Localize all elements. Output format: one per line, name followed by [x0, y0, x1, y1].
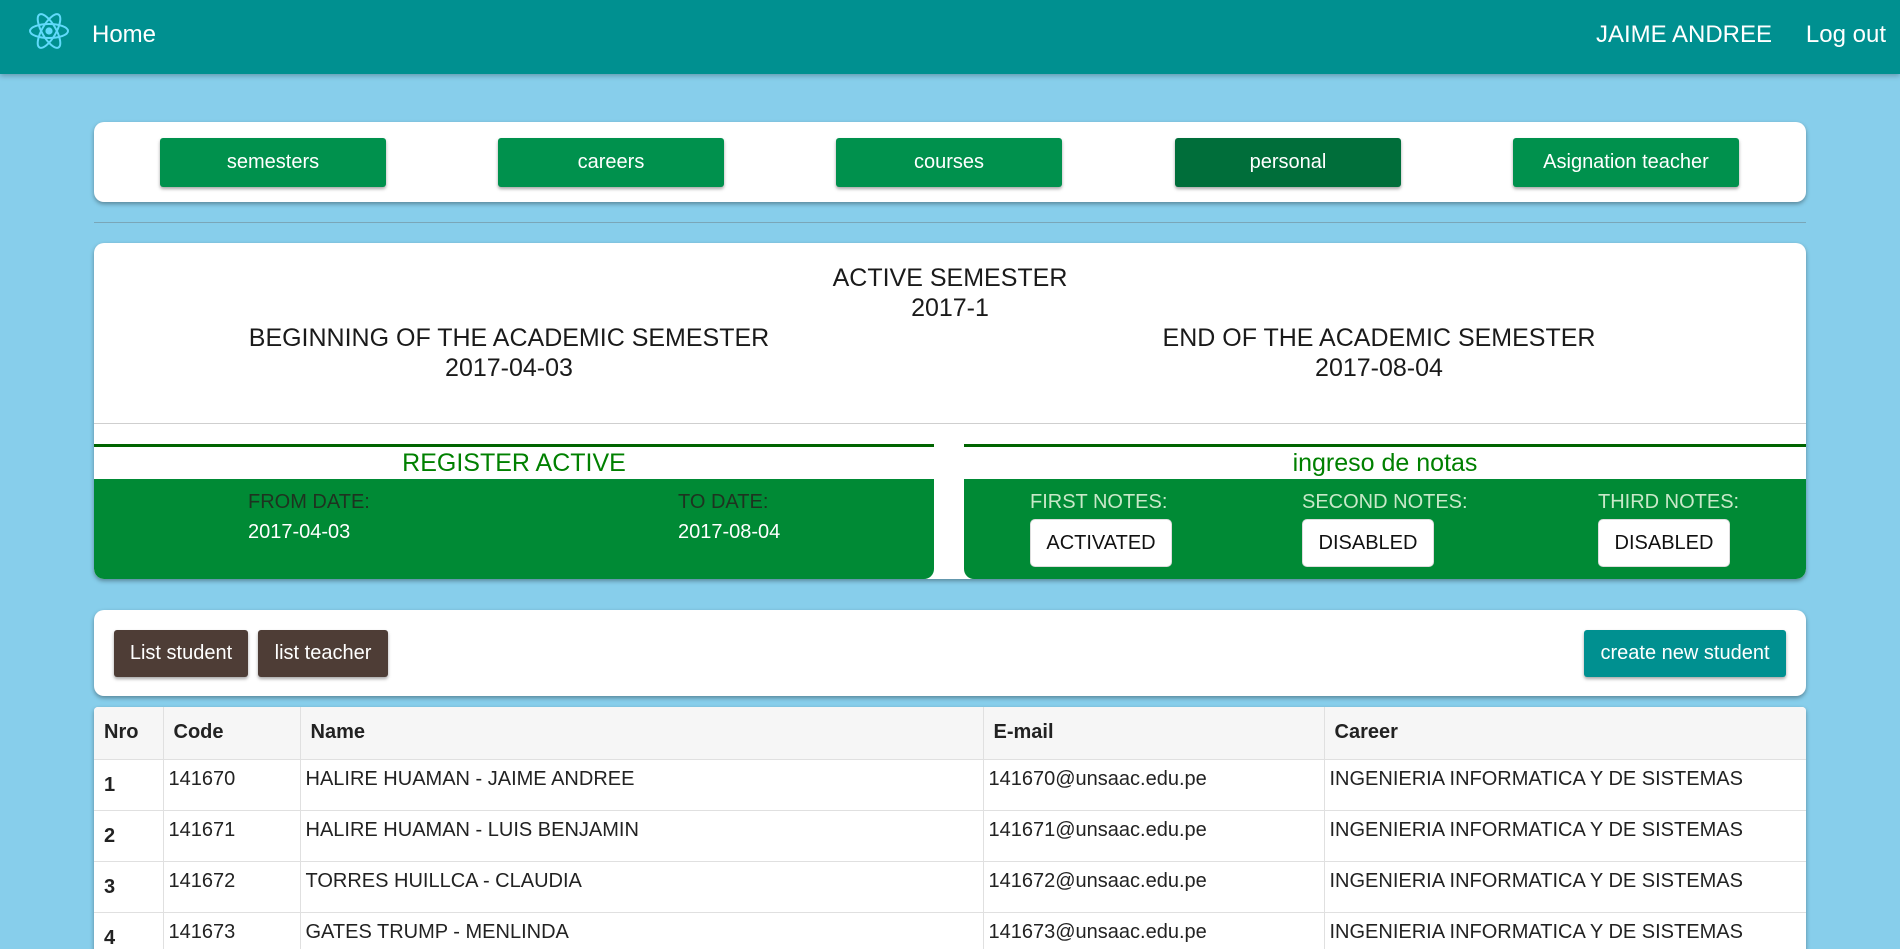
asignation-teacher-button[interactable]: Asignation teacher	[1513, 138, 1739, 187]
row-nro: 2	[94, 809, 164, 861]
courses-button[interactable]: courses	[836, 138, 1062, 187]
column-header-nro: Nro	[94, 707, 164, 759]
row-career: INGENIERIA INFORMATICA Y DE SISTEMAS	[1324, 809, 1806, 861]
table-row[interactable]: 2 141671 HALIRE HUAMAN - LUIS BENJAMIN 1…	[94, 809, 1806, 861]
register-active-title: REGISTER ACTIVE	[402, 449, 626, 477]
to-date-value: 2017-08-04	[678, 521, 781, 543]
second-notes-toggle[interactable]: DISABLED	[1302, 519, 1434, 567]
third-notes-toggle[interactable]: DISABLED	[1598, 519, 1730, 567]
table-row[interactable]: 1 141670 HALIRE HUAMAN - JAIME ANDREE 14…	[94, 758, 1806, 810]
semesters-button[interactable]: semesters	[160, 138, 386, 187]
semester-begin-date: 2017-04-03	[445, 354, 573, 382]
careers-button[interactable]: careers	[498, 138, 724, 187]
row-name: HALIRE HUAMAN - LUIS BENJAMIN	[300, 809, 984, 861]
row-email: 141671@unsaac.edu.pe	[983, 809, 1325, 861]
row-career: INGENIERIA INFORMATICA Y DE SISTEMAS	[1324, 911, 1806, 949]
second-notes-label: SECOND NOTES:	[1302, 491, 1468, 513]
react-atom-icon[interactable]	[28, 12, 70, 50]
personal-button[interactable]: personal	[1175, 138, 1401, 187]
semester-begin-label: BEGINNING OF THE ACADEMIC SEMESTER	[248, 324, 770, 352]
current-user-name: JAIME ANDREE	[1595, 21, 1772, 48]
row-nro: 1	[94, 758, 164, 810]
row-name: HALIRE HUAMAN - JAIME ANDREE	[300, 758, 984, 810]
active-semester-card: ACTIVE SEMESTER 2017-1 BEGINNING OF THE …	[94, 243, 1806, 579]
logout-link[interactable]: Log out	[1806, 21, 1886, 49]
first-notes-label: FIRST NOTES:	[1030, 491, 1168, 513]
table-row[interactable]: 4 141673 GATES TRUMP - MENLINDA 141673@u…	[94, 911, 1806, 949]
row-career: INGENIERIA INFORMATICA Y DE SISTEMAS	[1324, 860, 1806, 912]
row-name: TORRES HUILLCA - CLAUDIA	[300, 860, 984, 912]
row-code: 141672	[163, 860, 301, 912]
to-date-label: TO DATE:	[678, 491, 769, 513]
semester-divider	[94, 423, 1806, 424]
home-link[interactable]: Home	[92, 21, 156, 49]
active-semester-title: ACTIVE SEMESTER	[832, 264, 1068, 292]
from-date-label: FROM DATE:	[248, 491, 370, 513]
column-header-email: E-mail	[983, 707, 1325, 759]
row-email: 141670@unsaac.edu.pe	[983, 758, 1325, 810]
third-notes-label: THIRD NOTES:	[1598, 491, 1740, 513]
semester-end-label: END OF THE ACADEMIC SEMESTER	[1162, 324, 1596, 352]
column-header-career: Career	[1324, 707, 1806, 759]
row-code: 141671	[163, 809, 301, 861]
list-student-button[interactable]: List student	[114, 630, 248, 677]
students-table: Nro Code Name E-mail Career 1 141670 HAL…	[94, 707, 1806, 949]
row-name: GATES TRUMP - MENLINDA	[300, 911, 984, 949]
list-teacher-button[interactable]: list teacher	[258, 630, 388, 677]
semester-end-date: 2017-08-04	[1315, 354, 1443, 382]
table-header-row: Nro Code Name E-mail Career	[94, 707, 1806, 759]
first-notes-toggle[interactable]: ACTIVATED	[1030, 519, 1172, 567]
column-header-code: Code	[163, 707, 301, 759]
section-nav-card: semesters careers courses personal Asign…	[94, 122, 1806, 202]
notes-entry-title: ingreso de notas	[1292, 449, 1478, 477]
section-divider	[94, 222, 1806, 223]
row-nro: 4	[94, 911, 164, 949]
row-career: INGENIERIA INFORMATICA Y DE SISTEMAS	[1324, 758, 1806, 810]
from-date-value: 2017-04-03	[248, 521, 351, 543]
row-code: 141670	[163, 758, 301, 810]
column-header-name: Name	[300, 707, 984, 759]
row-email: 141672@unsaac.edu.pe	[983, 860, 1325, 912]
students-table-card: Nro Code Name E-mail Career 1 141670 HAL…	[94, 707, 1806, 949]
row-email: 141673@unsaac.edu.pe	[983, 911, 1325, 949]
table-row[interactable]: 3 141672 TORRES HUILLCA - CLAUDIA 141672…	[94, 860, 1806, 912]
register-dates-box: FROM DATE: 2017-04-03 TO DATE: 2017-08-0…	[94, 479, 934, 579]
top-navbar: Home JAIME ANDREE Log out	[0, 0, 1900, 74]
create-new-student-button[interactable]: create new student	[1584, 630, 1786, 677]
active-semester-code: 2017-1	[911, 294, 989, 322]
row-nro: 3	[94, 860, 164, 912]
row-code: 141673	[163, 911, 301, 949]
list-actions-card: List student list teacher create new stu…	[94, 610, 1806, 696]
notes-states-box: FIRST NOTES: ACTIVATED SECOND NOTES: DIS…	[964, 479, 1806, 579]
